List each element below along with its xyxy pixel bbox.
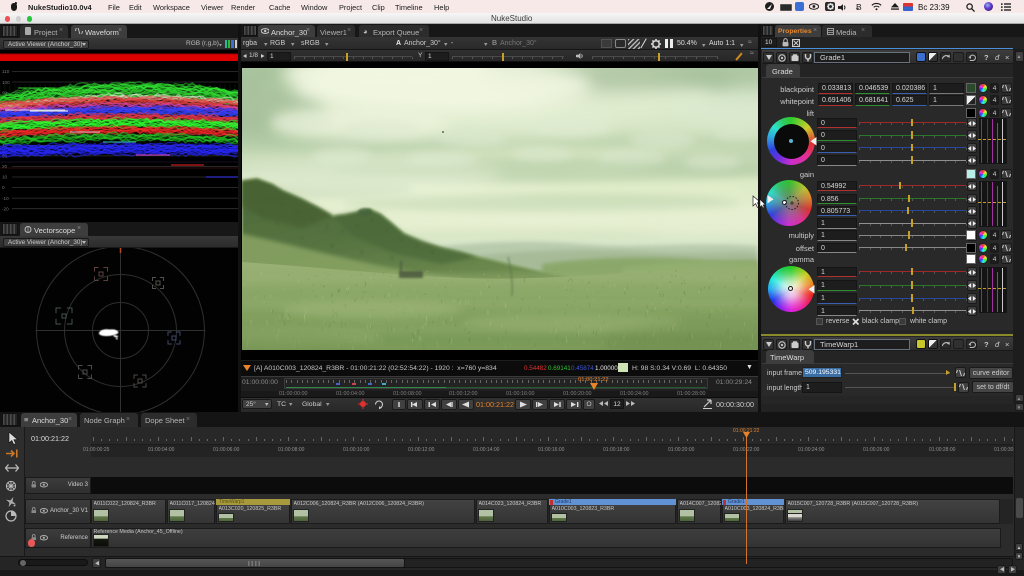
svg-text:10: 10 xyxy=(2,175,8,180)
svg-text:-10: -10 xyxy=(2,196,9,201)
svg-text:100: 100 xyxy=(2,80,10,85)
svg-text:110: 110 xyxy=(2,69,10,74)
svg-text:0: 0 xyxy=(2,185,5,190)
svg-text:20: 20 xyxy=(2,164,8,169)
svg-text:-20: -20 xyxy=(2,206,9,211)
